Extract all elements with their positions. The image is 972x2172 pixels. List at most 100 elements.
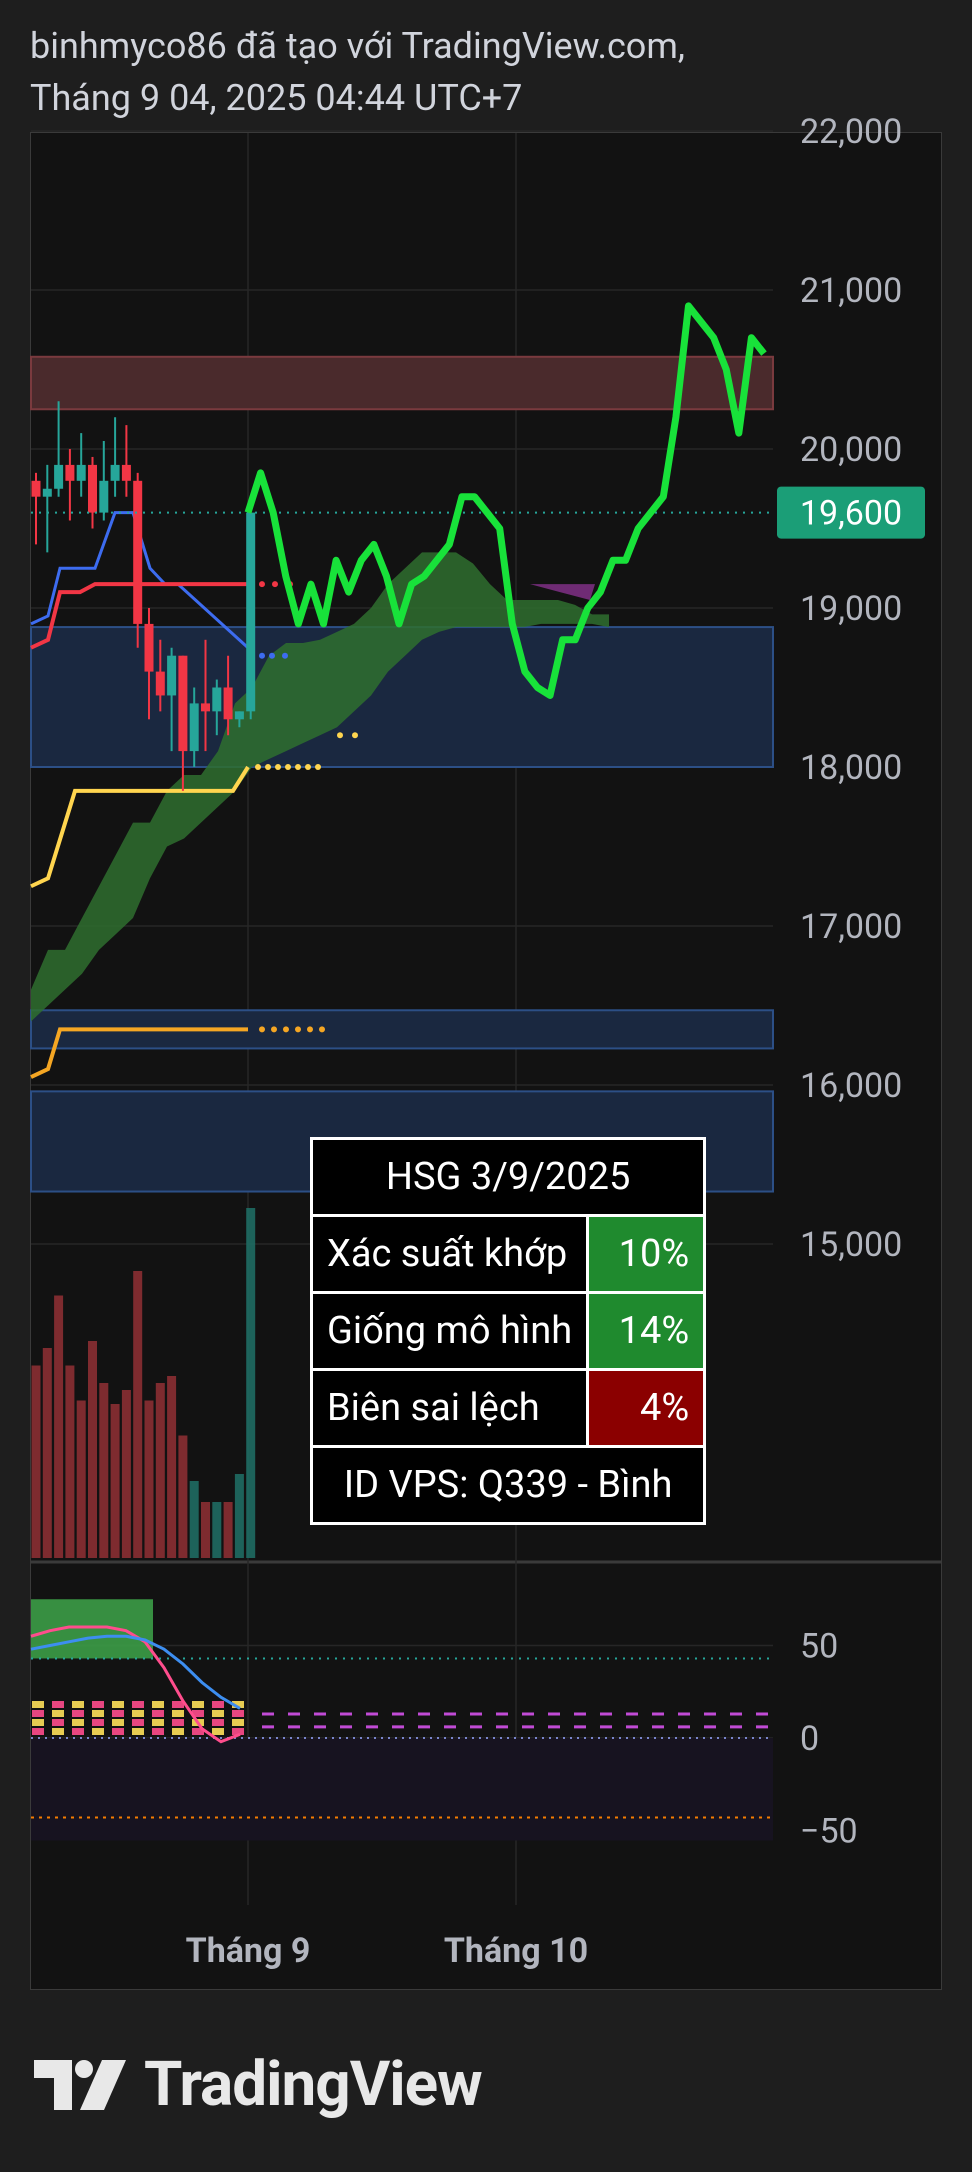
long-ma-projection-dot [307, 1026, 313, 1033]
volume-bar [201, 1502, 210, 1558]
volume-bar [189, 1481, 199, 1558]
price-axis-label: 17,000 [800, 907, 902, 947]
oscillator-signal-cell [132, 1728, 144, 1735]
oscillator-signal-cell [52, 1728, 64, 1735]
volume-bar [54, 1295, 64, 1558]
candle-body [178, 655, 188, 752]
oscillator-signal-cell [152, 1710, 164, 1717]
candle-body [246, 512, 256, 712]
long-ma-projection-dot [283, 1026, 289, 1033]
volume-bar [121, 1390, 131, 1558]
volume-bar [144, 1400, 154, 1558]
long-ma-projection-dot [259, 1026, 265, 1033]
lagging-span-dot [295, 764, 301, 770]
oscillator-axis-label: −50 [800, 1812, 858, 1852]
candle-body [144, 623, 154, 672]
candle-body [121, 464, 131, 481]
lagging-span-dot [255, 764, 261, 770]
oscillator-signal-cell [232, 1710, 244, 1717]
candle-body [234, 711, 244, 720]
price-axis-label: 22,000 [800, 112, 902, 152]
price-axis-label: 18,000 [800, 748, 902, 788]
volume-bar [167, 1376, 177, 1558]
tenkan-dot [269, 652, 275, 659]
volume-bar [246, 1208, 256, 1558]
price-axis-label: 16,000 [800, 1066, 902, 1106]
lagging-span-dot [285, 764, 291, 770]
oscillator-signal-cell [212, 1719, 224, 1726]
price-chart[interactable]: 22,000 21,000 20,000 19,000 18,000 17,000 16,0… [0, 0, 972, 2000]
volume-bar [110, 1404, 120, 1558]
tradingview-logo[interactable]: TradingView [34, 2048, 483, 2121]
price-axis-label: 20,000 [800, 430, 902, 470]
oscillator-signal-cell [72, 1701, 84, 1708]
oscillator-signal-cell [92, 1701, 104, 1708]
kijun-dot [259, 581, 265, 588]
oscillator-signal-cell [112, 1728, 124, 1735]
oscillator-signal-cell [212, 1728, 224, 1735]
volume-bar [65, 1365, 75, 1558]
volume-bar [99, 1383, 109, 1558]
candle-body [189, 703, 199, 752]
kijun-dot [272, 581, 278, 588]
tenkan-dot [259, 652, 265, 659]
prediction-row-value: 14% [586, 1291, 707, 1371]
candle-body [110, 464, 120, 481]
prediction-table: HSG 3/9/2025 Xác suất khớp 10% Giống mô … [309, 1137, 707, 1525]
prediction-title: HSG 3/9/2025 [309, 1137, 707, 1217]
prediction-row-value: 4% [586, 1368, 707, 1448]
volume-bar [234, 1474, 244, 1558]
oscillator-signal-cell [152, 1728, 164, 1735]
lagging-span-dot [352, 732, 358, 739]
oscillator-signal-cell [32, 1719, 44, 1726]
current-price-label: 19,600 [800, 494, 902, 534]
volume-bar [31, 1365, 41, 1558]
logo-text: TradingView [144, 2048, 483, 2121]
candle-body [88, 464, 97, 513]
candle-body [65, 464, 75, 481]
oscillator-signal-cell [132, 1701, 144, 1708]
oscillator-signal-cell [52, 1719, 64, 1726]
oscillator-signal-cell [52, 1701, 64, 1708]
oscillator-signal-cell [152, 1719, 164, 1726]
prediction-footer: ID VPS: Q339 - Bình [309, 1445, 707, 1525]
long-ma-projection-dot [271, 1026, 277, 1033]
volume-bar [133, 1271, 143, 1558]
oscillator-signal-cell [32, 1710, 44, 1717]
tradingview-logo-icon [34, 2059, 126, 2110]
oscillator-signal-cell [192, 1701, 204, 1708]
oscillator-signal-cell [132, 1719, 144, 1726]
volume-bar [223, 1502, 233, 1558]
price-axis-label: 15,000 [800, 1225, 902, 1265]
resistance-zone [30, 355, 774, 411]
oscillator-signal-cell [112, 1710, 124, 1717]
candle-body [133, 480, 143, 624]
volume-bar [42, 1348, 52, 1558]
time-axis-label: Tháng 10 [444, 1931, 588, 1971]
candle-body [212, 687, 222, 712]
oscillator-signal-cell [52, 1710, 64, 1717]
oscillator-signal-cell [92, 1728, 104, 1735]
prediction-row-label: Giống mô hình [309, 1291, 590, 1371]
oscillator-signal-cell [72, 1710, 84, 1717]
candle-body [99, 480, 109, 513]
oscillator-signal-cell [172, 1728, 184, 1735]
oscillator-signal-cell [172, 1710, 184, 1717]
oscillator-axis-label: 50 [800, 1627, 838, 1667]
volume-bar [88, 1341, 97, 1558]
oscillator-signal-cell [212, 1701, 224, 1708]
oscillator-signal-cell [92, 1710, 104, 1717]
price-axis-label: 19,000 [800, 589, 902, 629]
volume-bar [76, 1400, 86, 1558]
oscillator-negative-zone [31, 1738, 773, 1841]
oscillator-overbought-block [31, 1599, 153, 1659]
oscillator-signal-cell [32, 1728, 44, 1735]
oscillator-signal-cell [152, 1701, 164, 1708]
oscillator-signal-cell [72, 1728, 84, 1735]
oscillator-signal-cell [112, 1719, 124, 1726]
lagging-span-dot [305, 764, 311, 770]
prediction-row-label: Biên sai lệch [309, 1368, 590, 1448]
lagging-span-dot [337, 732, 343, 739]
candle-body [76, 464, 86, 481]
oscillator-signal-cell [212, 1710, 224, 1717]
